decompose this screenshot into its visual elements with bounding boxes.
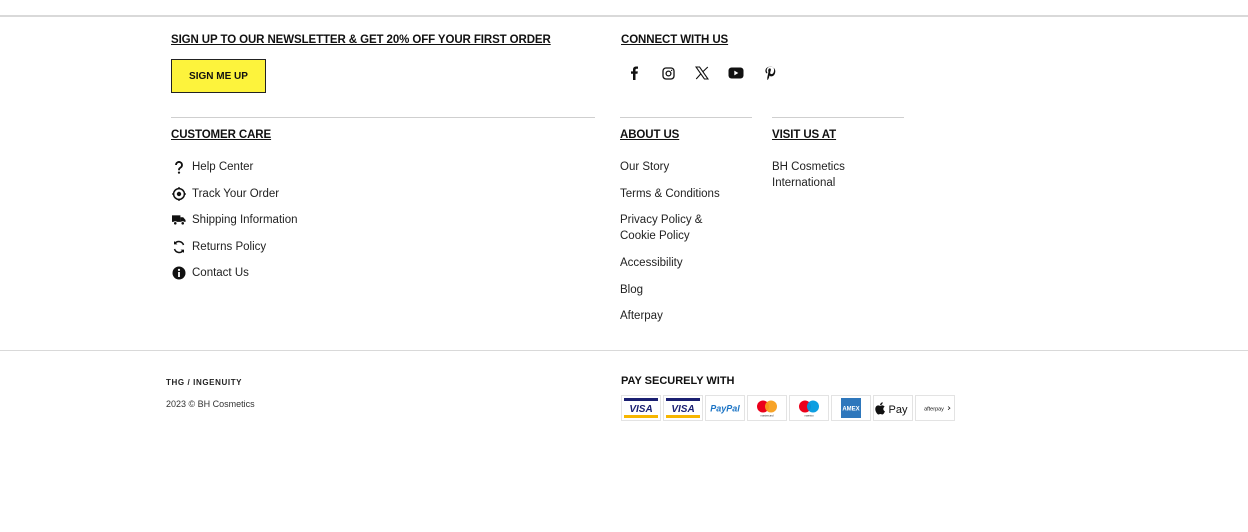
amex-text: AMEX: [842, 407, 859, 413]
returns-policy-link[interactable]: Returns Policy: [172, 240, 266, 254]
thg-ingenuity-logo: THG / INGENUITY: [166, 378, 243, 387]
question-icon: [172, 160, 186, 174]
maestro-text: maestro: [804, 414, 814, 418]
privacy-policy-link[interactable]: Privacy Policy & Cookie Policy: [620, 212, 702, 244]
visit-address-link[interactable]: BH Cosmetics International: [772, 159, 845, 191]
accessibility-link[interactable]: Accessibility: [620, 255, 683, 271]
top-divider: [0, 15, 1248, 17]
apple-pay-text: Pay: [889, 404, 908, 416]
refresh-icon: [172, 240, 186, 254]
customer-care-divider: [171, 117, 595, 118]
privacy-policy-line2: Cookie Policy: [620, 230, 690, 242]
track-order-label: Track Your Order: [192, 188, 280, 200]
info-icon: [172, 266, 186, 280]
terms-conditions-link[interactable]: Terms & Conditions: [620, 186, 720, 202]
help-center-link[interactable]: Help Center: [172, 160, 253, 174]
instagram-icon[interactable]: [658, 63, 678, 83]
shipping-info-link[interactable]: Shipping Information: [172, 213, 297, 227]
visa-electron-card-icon: VISA: [663, 395, 703, 421]
our-story-link[interactable]: Our Story: [620, 159, 669, 175]
newsletter-heading[interactable]: SIGN UP TO OUR NEWSLETTER & GET 20% OFF …: [171, 34, 551, 46]
pay-securely-heading: PAY SECURELY WITH: [621, 375, 735, 387]
visit-heading: VISIT US AT: [772, 129, 837, 141]
mastercard-icon: mastercard: [747, 395, 787, 421]
help-center-label: Help Center: [192, 161, 254, 173]
track-order-link[interactable]: Track Your Order: [172, 187, 279, 201]
copyright-text: 2023 © BH Cosmetics: [166, 399, 255, 409]
visa-card-icon: VISA: [621, 395, 661, 421]
paypal-icon: PayPal: [705, 395, 745, 421]
afterpay-text: afterpay: [924, 407, 944, 413]
blog-link[interactable]: Blog: [620, 282, 643, 298]
visa-text-2: VISA: [671, 404, 694, 415]
truck-icon: [172, 213, 186, 227]
bottom-divider: [0, 350, 1248, 351]
x-twitter-icon[interactable]: [692, 63, 712, 83]
customer-care-heading: CUSTOMER CARE: [171, 129, 272, 141]
privacy-policy-line1: Privacy Policy &: [620, 214, 703, 226]
about-divider: [620, 117, 752, 118]
mastercard-text: mastercard: [761, 414, 775, 418]
sign-me-up-button[interactable]: SIGN ME UP: [171, 59, 266, 93]
facebook-icon[interactable]: [624, 63, 644, 83]
visit-divider: [772, 117, 904, 118]
visit-line2: International: [772, 177, 836, 189]
contact-us-label: Contact Us: [192, 267, 249, 279]
afterpay-icon: afterpay: [915, 395, 955, 421]
apple-pay-icon: Pay: [873, 395, 913, 421]
visit-line1: BH Cosmetics: [772, 161, 845, 173]
pinterest-icon[interactable]: [760, 63, 780, 83]
social-links: [624, 63, 794, 83]
shipping-info-label: Shipping Information: [192, 214, 298, 226]
payment-methods: VISA VISA PayPal mastercard maestro AMEX…: [621, 395, 957, 421]
amex-icon: AMEX: [831, 395, 871, 421]
maestro-icon: maestro: [789, 395, 829, 421]
youtube-icon[interactable]: [726, 63, 746, 83]
afterpay-link[interactable]: Afterpay: [620, 308, 663, 324]
target-icon: [172, 187, 186, 201]
connect-heading: CONNECT WITH US: [621, 34, 729, 46]
about-heading: ABOUT US: [620, 129, 680, 141]
paypal-text: PayPal: [710, 404, 740, 414]
returns-policy-label: Returns Policy: [192, 241, 267, 253]
contact-us-link[interactable]: Contact Us: [172, 266, 249, 280]
visa-text: VISA: [629, 404, 652, 415]
